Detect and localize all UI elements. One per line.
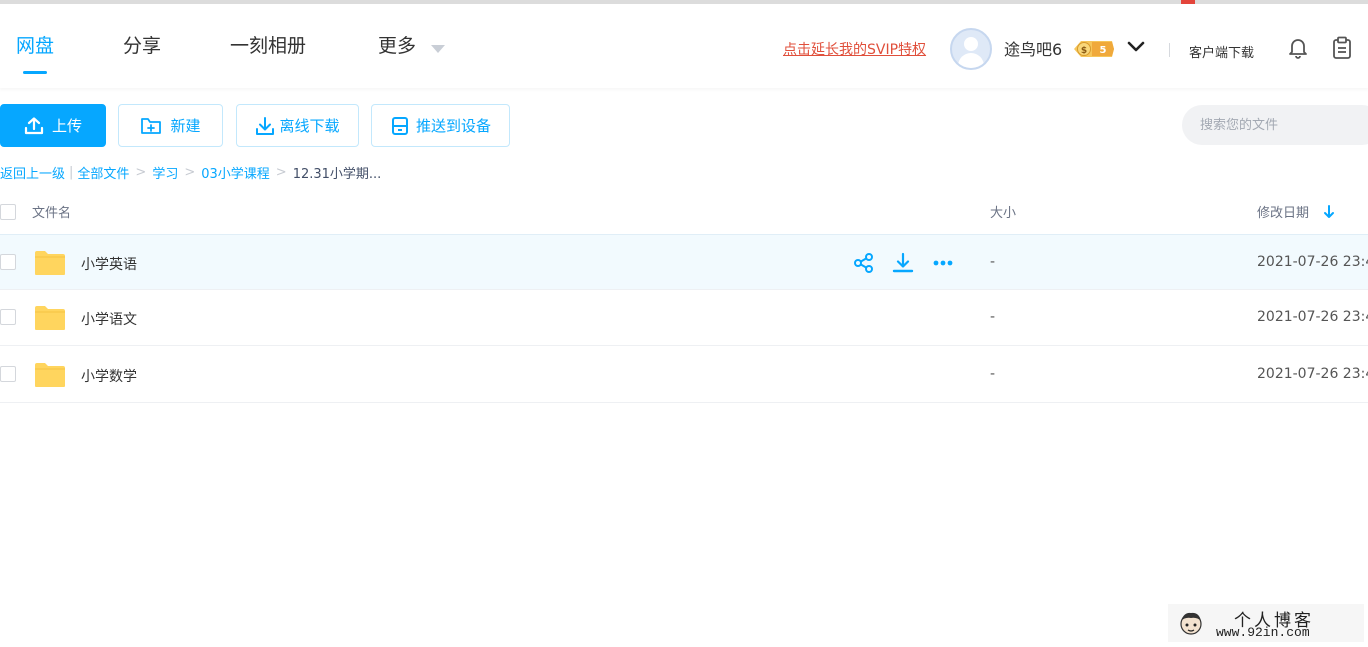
table-row[interactable]: 小学数学 - 2021-07-26 23:4 [0,347,1368,403]
avatar-head-shape [964,37,978,51]
device-icon [391,116,408,135]
file-name[interactable]: 小学英语 [81,254,137,274]
select-all-checkbox[interactable] [0,204,16,220]
top-navigation-bar: 网盘 分享 一刻相册 更多 点击延长我的SVIP特权 途鸟吧6 $ 5 客户端下… [0,4,1368,88]
caret-down-icon[interactable] [431,45,445,53]
table-row[interactable]: 小学语文 - 2021-07-26 23:4 [0,290,1368,346]
folder-icon [35,306,65,330]
push-to-device-button-label: 推送到设备 [415,117,491,135]
active-tab-underline [23,71,47,74]
file-modified-date: 2021-07-26 23:4 [1257,309,1368,325]
breadcrumb-divider: | [69,165,74,180]
file-modified-date: 2021-07-26 23:4 [1257,254,1368,270]
breadcrumb-current: 12.31小学期... [292,167,382,182]
upload-button-label: 上传 [51,117,82,135]
vip-badge-icon: $ 5 [1074,41,1114,57]
bell-icon[interactable] [1287,37,1309,59]
tab-more[interactable]: 更多 [378,34,416,58]
breadcrumb-item-study[interactable]: 学习 [152,163,178,182]
cartoon-face-icon [1180,612,1202,635]
breadcrumb-separator: > [275,165,287,180]
new-folder-button-label: 新建 [170,117,201,135]
file-name[interactable]: 小学数学 [81,366,137,386]
new-folder-icon [141,117,162,134]
row-checkbox[interactable] [0,254,16,270]
nav-divider [1169,43,1170,57]
avatar-body-shape [958,53,984,68]
tab-album[interactable]: 一刻相册 [230,34,306,58]
row-checkbox[interactable] [0,366,16,382]
download-icon[interactable] [892,252,914,274]
download-icon [256,116,275,135]
username[interactable]: 途鸟吧6 [1004,36,1062,60]
upload-icon [24,116,44,134]
sort-arrow-down-icon[interactable] [1323,205,1335,219]
file-size: - [990,254,996,270]
column-header-size[interactable]: 大小 [990,202,1016,221]
chevron-down-icon[interactable] [1126,40,1146,54]
new-folder-button[interactable]: 新建 [118,104,223,147]
file-size: - [990,309,996,325]
folder-icon [35,251,65,275]
breadcrumb-separator: > [184,165,196,180]
search-input[interactable] [1182,105,1368,145]
column-header-name[interactable]: 文件名 [32,202,71,221]
upload-button[interactable]: 上传 [0,104,106,147]
breadcrumb-separator: > [135,165,147,180]
table-row[interactable]: 小学英语 - 2021-07-26 23:4 [0,234,1368,290]
tab-netdisk[interactable]: 网盘 [16,34,54,58]
svip-renew-link[interactable]: 点击延长我的SVIP特权 [783,39,926,59]
breadcrumb: 返回上一级 | 全部文件 > 学习 > 03小学课程 > 12.31小学期... [0,163,381,182]
file-name[interactable]: 小学语文 [81,309,137,329]
breadcrumb-item-primary-course[interactable]: 03小学课程 [201,163,270,182]
more-options-icon[interactable] [932,252,954,274]
tab-share[interactable]: 分享 [123,34,161,58]
file-modified-date: 2021-07-26 23:4 [1257,366,1368,382]
column-header-modified[interactable]: 修改日期 [1257,202,1309,221]
svg-text:5: 5 [1100,45,1107,56]
share-icon[interactable] [853,252,875,274]
offline-download-button-label: 离线下载 [279,117,340,135]
breadcrumb-all-files[interactable]: 全部文件 [77,163,129,182]
push-to-device-button[interactable]: 推送到设备 [371,104,510,147]
folder-icon [35,363,65,387]
blog-watermark: 个人博客 www.92in.com [1168,604,1364,642]
client-download-link[interactable]: 客户端下载 [1189,42,1254,61]
breadcrumb-back-link[interactable]: 返回上一级 [0,163,65,182]
clipboard-icon[interactable] [1331,36,1353,60]
avatar[interactable] [950,28,992,70]
offline-download-button[interactable]: 离线下载 [236,104,359,147]
row-checkbox[interactable] [0,309,16,325]
svg-text:$: $ [1081,46,1087,56]
file-size: - [990,366,996,382]
watermark-url: www.92in.com [1216,625,1310,640]
